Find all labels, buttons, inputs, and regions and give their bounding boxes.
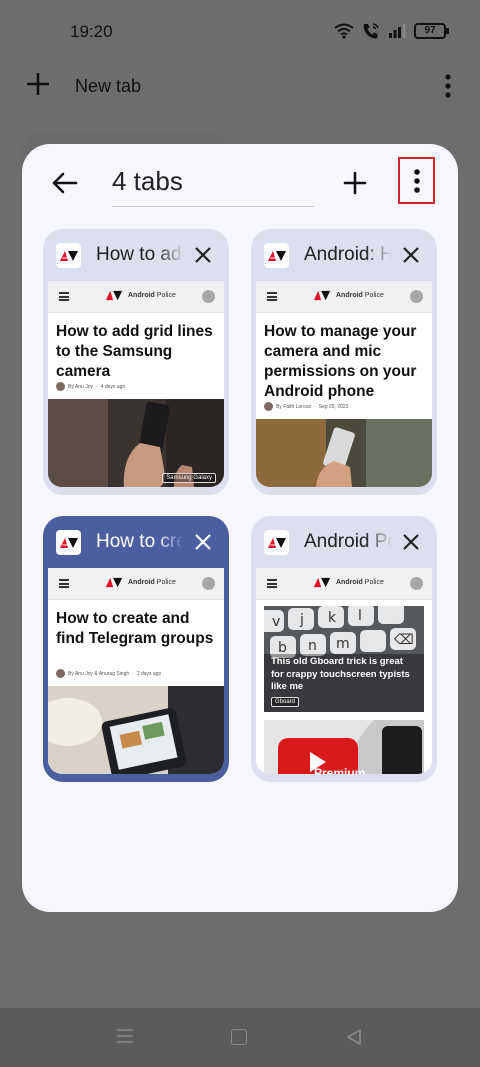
svg-text:b: b xyxy=(278,640,287,656)
recent-apps-icon[interactable] xyxy=(116,1028,134,1044)
article-photo: Samsung Galaxy xyxy=(48,399,224,487)
more-vert-icon xyxy=(413,168,420,193)
android-police-logo-icon xyxy=(264,243,289,268)
new-tab-label[interactable]: New tab xyxy=(75,76,141,97)
more-options-button[interactable] xyxy=(398,157,435,204)
more-vert-icon[interactable] xyxy=(440,72,456,100)
article-byline: By Faith Leroux · Sep 29, 2023 xyxy=(264,402,348,411)
category-chip: Samsung Galaxy xyxy=(162,473,216,483)
site-header: Android Police xyxy=(48,568,224,600)
account-icon xyxy=(410,577,423,590)
author-avatar xyxy=(56,669,65,678)
home-icon[interactable] xyxy=(231,1029,247,1045)
close-icon[interactable] xyxy=(193,245,213,265)
plus-icon[interactable] xyxy=(24,70,52,98)
article-photo xyxy=(48,686,224,774)
second-article-text: Premium xyxy=(314,766,366,774)
android-police-logo-icon xyxy=(313,577,331,588)
status-time: 19:20 xyxy=(70,22,113,41)
account-icon xyxy=(202,290,215,303)
author-avatar xyxy=(56,382,65,391)
tab-preview: Android Police How to create and find Te… xyxy=(48,568,224,774)
featured-headline: This old Gboard trick is great for crapp… xyxy=(271,656,410,692)
svg-text:v: v xyxy=(272,614,280,630)
status-bar: 19:20 97 xyxy=(0,0,480,64)
category-chip: Gboard xyxy=(271,697,300,707)
author-avatar xyxy=(264,402,273,411)
hamburger-icon xyxy=(59,292,69,301)
article-byline: By Anu Joy & Anurag Singh · 2 days ago xyxy=(56,669,161,678)
wifi-calling-icon xyxy=(363,23,379,39)
site-logo: Android Police xyxy=(311,577,384,588)
tab-preview: Android Police How to manage your camera… xyxy=(256,281,432,487)
android-police-logo-icon xyxy=(313,290,331,301)
tab-card-header: How to add grid lines to the Samsung cam… xyxy=(43,229,229,281)
status-icons: 97 xyxy=(334,22,449,40)
article-headline: How to add grid lines to the Samsung cam… xyxy=(56,323,213,380)
android-police-logo-icon xyxy=(56,243,81,268)
svg-text:⌫: ⌫ xyxy=(394,632,414,648)
site-header: Android Police xyxy=(48,281,224,313)
tab-title: Android Police xyxy=(304,531,392,552)
hamburger-icon xyxy=(59,579,69,588)
article-headline: How to manage your camera and mic permis… xyxy=(264,323,417,400)
site-logo: Android Police xyxy=(311,290,384,301)
wifi-icon xyxy=(334,23,354,39)
system-nav-bar xyxy=(0,1008,480,1067)
tab-card[interactable]: Android Police Android Police xyxy=(251,516,437,782)
tab-card[interactable]: How to add grid lines to the Samsung cam… xyxy=(43,229,229,495)
tabs-count-title: 4 tabs xyxy=(112,162,314,207)
article-headline: How to create and find Telegram groups xyxy=(56,610,214,647)
tab-card-selected[interactable]: How to create and find Telegram groups A… xyxy=(43,516,229,782)
tab-title: How to create and find Telegram groups xyxy=(96,531,184,552)
tab-title: How to add grid lines to the Samsung cam… xyxy=(96,244,184,265)
battery-icon: 97 xyxy=(414,23,449,39)
android-police-logo-icon xyxy=(56,530,81,555)
tab-preview: Android Police How to add grid lines to … xyxy=(48,281,224,487)
account-icon xyxy=(202,577,215,590)
tab-card-header: Android Police xyxy=(251,516,437,568)
account-icon xyxy=(410,290,423,303)
signal-icon xyxy=(389,24,406,38)
second-article-card: Premium xyxy=(264,720,424,774)
site-logo: Android Police xyxy=(103,577,176,588)
android-police-logo-icon xyxy=(105,577,123,588)
site-header: Android Police xyxy=(256,281,432,313)
add-tab-icon[interactable] xyxy=(338,166,372,200)
svg-text:n: n xyxy=(308,638,317,654)
article-photo xyxy=(256,419,432,487)
android-police-logo-icon xyxy=(105,290,123,301)
hamburger-icon xyxy=(267,292,277,301)
close-icon[interactable] xyxy=(401,245,421,265)
tab-preview: Android Police v j k l b n m ⌫ This old Gbo… xyxy=(256,568,432,774)
tab-card-header: How to create and find Telegram groups xyxy=(43,516,229,568)
close-icon[interactable] xyxy=(401,532,421,552)
background-toolbar: New tab xyxy=(0,64,480,112)
tab-card-header: Android: How to manage your camera and m… xyxy=(251,229,437,281)
back-triangle-icon[interactable] xyxy=(345,1028,363,1046)
svg-text:m: m xyxy=(336,636,350,652)
close-icon[interactable] xyxy=(193,532,213,552)
svg-text:j: j xyxy=(299,612,304,628)
tab-switcher-sheet: 4 tabs How to add grid lines to the Sams… xyxy=(22,144,458,912)
svg-text:l: l xyxy=(358,608,362,624)
hamburger-icon xyxy=(267,579,277,588)
site-header: Android Police xyxy=(256,568,432,600)
tab-card[interactable]: Android: How to manage your camera and m… xyxy=(251,229,437,495)
tab-title: Android: How to manage your camera and m… xyxy=(304,244,392,265)
article-byline: By Anu Joy · 4 days ago xyxy=(56,382,125,391)
featured-article-card: v j k l b n m ⌫ This old Gboard trick is great… xyxy=(264,606,424,712)
back-arrow-icon[interactable] xyxy=(48,166,82,200)
svg-text:k: k xyxy=(328,610,337,626)
site-logo: Android Police xyxy=(103,290,176,301)
android-police-logo-icon xyxy=(264,530,289,555)
